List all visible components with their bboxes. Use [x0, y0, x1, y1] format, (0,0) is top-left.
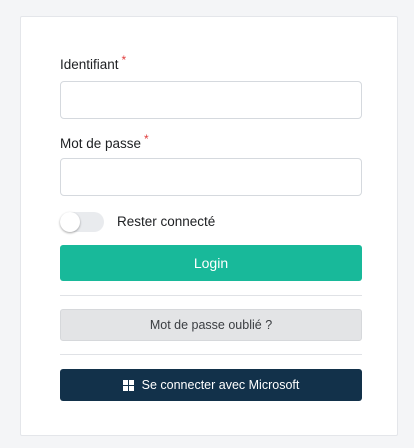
microsoft-login-button[interactable]: Se connecter avec Microsoft: [60, 369, 362, 401]
forgot-password-button[interactable]: Mot de passe oublié ?: [60, 309, 362, 341]
username-input[interactable]: [60, 81, 362, 119]
password-input[interactable]: [60, 158, 362, 196]
password-required-mark: *: [144, 132, 149, 146]
microsoft-login-label: Se connecter avec Microsoft: [141, 378, 300, 392]
username-label: Identifiant *: [60, 53, 126, 72]
username-required-mark: *: [121, 53, 127, 67]
divider: [60, 295, 362, 296]
remember-me-label: Rester connecté: [117, 214, 216, 229]
remember-me-toggle[interactable]: [60, 212, 104, 232]
forgot-password-label: Mot de passe oublié ?: [149, 318, 273, 332]
divider: [60, 354, 362, 355]
login-card: Identifiant * Mot de passe * Rester connec…: [20, 16, 398, 436]
windows-logo-icon: [122, 379, 134, 391]
password-label-text: Mot de passe: [60, 136, 142, 151]
toggle-knob: [60, 212, 80, 232]
password-label: Mot de passe *: [60, 132, 149, 151]
login-button[interactable]: Login: [60, 245, 362, 281]
login-button-label: Login: [193, 255, 229, 271]
username-label-text: Identifiant: [60, 57, 119, 72]
